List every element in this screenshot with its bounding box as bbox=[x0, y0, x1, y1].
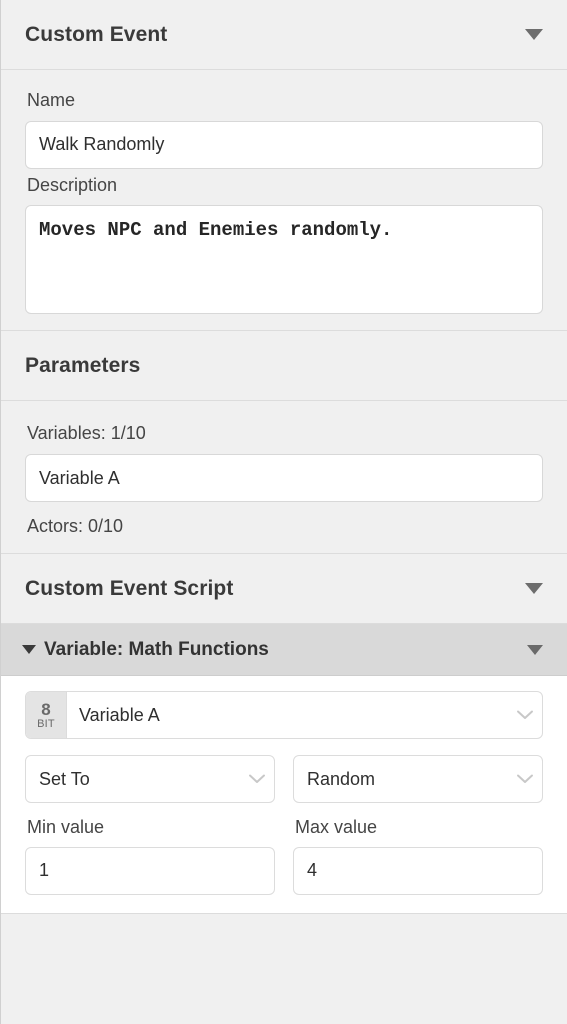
badge-number: 8 bbox=[41, 699, 51, 719]
name-label: Name bbox=[27, 90, 76, 110]
name-input[interactable]: Walk Randomly bbox=[25, 120, 543, 169]
variable-name-input[interactable]: Variable A bbox=[25, 454, 543, 503]
section-header-custom-event-script[interactable]: Custom Event Script bbox=[1, 554, 567, 625]
triangle-down-icon[interactable] bbox=[22, 645, 36, 655]
actors-count: Actors: 0/10 bbox=[27, 516, 124, 537]
section-header-parameters: Parameters bbox=[1, 331, 567, 402]
min-value-label: Min value bbox=[27, 817, 105, 838]
variable-select[interactable]: 8 BIT Variable A bbox=[25, 691, 543, 740]
function-select-value: Random bbox=[307, 768, 376, 789]
custom-event-panel: Custom Event Name Walk Randomly Descript… bbox=[0, 0, 567, 1024]
variable-select-value: Variable A bbox=[79, 704, 160, 725]
badge-unit: BIT bbox=[37, 717, 55, 730]
8bit-badge-icon: 8 BIT bbox=[26, 692, 67, 739]
section-title-custom-event: Custom Event bbox=[25, 22, 168, 46]
triangle-down-icon[interactable] bbox=[525, 583, 543, 595]
section-header-custom-event[interactable]: Custom Event bbox=[1, 0, 567, 70]
description-label: Description bbox=[27, 174, 118, 195]
operation-row: Set To Random bbox=[25, 755, 543, 804]
max-value-group: Max value 4 bbox=[293, 817, 543, 895]
description-textarea[interactable]: Moves NPC and Enemies randomly. bbox=[25, 205, 543, 315]
operation-select[interactable]: Set To bbox=[25, 755, 275, 804]
function-select[interactable]: Random bbox=[293, 755, 543, 804]
max-value-label: Max value bbox=[295, 817, 378, 838]
max-value-input[interactable]: 4 bbox=[293, 846, 543, 895]
chevron-down-icon[interactable] bbox=[508, 692, 542, 738]
operation-select-value: Set To bbox=[39, 768, 90, 789]
triangle-down-icon[interactable] bbox=[527, 644, 543, 655]
script-block-header-variable-math-functions[interactable]: Variable: Math Functions bbox=[1, 624, 567, 677]
triangle-down-icon[interactable] bbox=[525, 29, 543, 40]
section-title-parameters: Parameters bbox=[25, 353, 141, 377]
parameters-body: Variables: 1/10 Variable A Actors: 0/10 bbox=[1, 401, 567, 554]
custom-event-body: Name Walk Randomly Description Moves NPC… bbox=[1, 70, 567, 331]
min-value-group: Min value 1 bbox=[25, 817, 275, 895]
section-title-custom-event-script: Custom Event Script bbox=[25, 576, 234, 600]
script-block-body: 8 BIT Variable A Set To Random Min value… bbox=[1, 676, 567, 914]
script-block-title: Variable: Math Functions bbox=[44, 638, 269, 660]
min-value-input[interactable]: 1 bbox=[25, 846, 275, 895]
min-max-row: Min value 1 Max value 4 bbox=[25, 817, 543, 895]
variables-count: Variables: 1/10 bbox=[27, 423, 146, 444]
chevron-down-icon[interactable] bbox=[240, 773, 274, 785]
chevron-down-icon[interactable] bbox=[508, 773, 542, 785]
